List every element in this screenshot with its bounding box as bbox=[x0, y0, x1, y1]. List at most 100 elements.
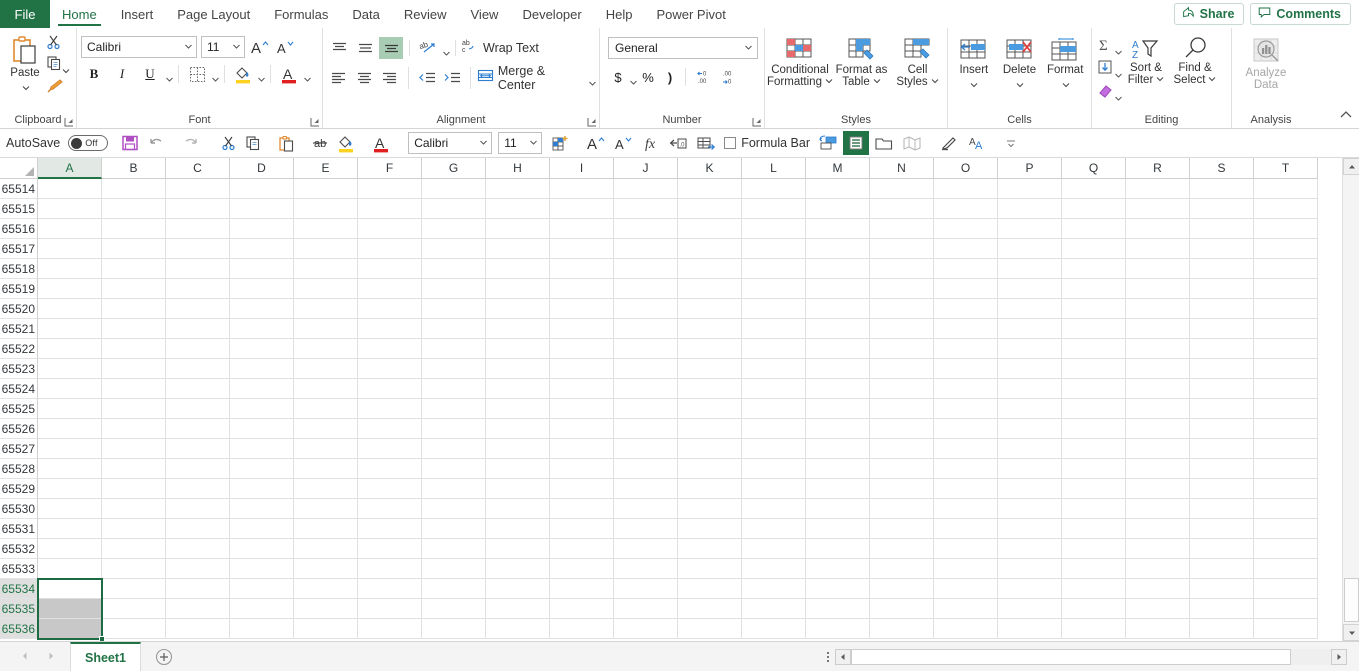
cell-E65528[interactable] bbox=[294, 459, 358, 479]
cell-B65514[interactable] bbox=[102, 179, 166, 199]
cell-E65527[interactable] bbox=[294, 439, 358, 459]
find-select-button[interactable]: Find & Select bbox=[1171, 34, 1219, 86]
cell-I65523[interactable] bbox=[550, 359, 614, 379]
autosum-chevron-down-icon[interactable] bbox=[1114, 44, 1122, 55]
cell-H65524[interactable] bbox=[486, 379, 550, 399]
cell-K65529[interactable] bbox=[678, 479, 742, 499]
cell-C65517[interactable] bbox=[166, 239, 230, 259]
cell-G65534[interactable] bbox=[422, 579, 486, 599]
cell-K65526[interactable] bbox=[678, 419, 742, 439]
cell-D65531[interactable] bbox=[230, 519, 294, 539]
cell-D65519[interactable] bbox=[230, 279, 294, 299]
cell-K65518[interactable] bbox=[678, 259, 742, 279]
cell-I65521[interactable] bbox=[550, 319, 614, 339]
cell-C65522[interactable] bbox=[166, 339, 230, 359]
cell-T65515[interactable] bbox=[1254, 199, 1318, 219]
cell-J65524[interactable] bbox=[614, 379, 678, 399]
cell-J65520[interactable] bbox=[614, 299, 678, 319]
cell-N65536[interactable] bbox=[870, 619, 934, 639]
cell-T65518[interactable] bbox=[1254, 259, 1318, 279]
cell-G65515[interactable] bbox=[422, 199, 486, 219]
cell-H65530[interactable] bbox=[486, 499, 550, 519]
increase-decimal-button[interactable]: 0 .00 bbox=[691, 66, 715, 88]
cell-R65514[interactable] bbox=[1126, 179, 1190, 199]
format-painter-button[interactable] bbox=[46, 77, 69, 97]
tab-formulas[interactable]: Formulas bbox=[262, 0, 340, 28]
cell-J65533[interactable] bbox=[614, 559, 678, 579]
undo-chevron-down-icon[interactable] bbox=[170, 131, 177, 155]
cell-P65529[interactable] bbox=[998, 479, 1062, 499]
cell-H65526[interactable] bbox=[486, 419, 550, 439]
cell-P65531[interactable] bbox=[998, 519, 1062, 539]
cell-G65525[interactable] bbox=[422, 399, 486, 419]
cell-H65522[interactable] bbox=[486, 339, 550, 359]
cell-J65536[interactable] bbox=[614, 619, 678, 639]
cell-J65529[interactable] bbox=[614, 479, 678, 499]
cell-Q65521[interactable] bbox=[1062, 319, 1126, 339]
cell-J65517[interactable] bbox=[614, 239, 678, 259]
scroll-left-button[interactable] bbox=[835, 648, 851, 665]
cell-N65534[interactable] bbox=[870, 579, 934, 599]
cell-M65516[interactable] bbox=[806, 219, 870, 239]
cell-A65530[interactable] bbox=[38, 499, 102, 519]
font-name-chevron-down-icon[interactable] bbox=[184, 40, 193, 54]
cell-H65533[interactable] bbox=[486, 559, 550, 579]
cell-B65532[interactable] bbox=[102, 539, 166, 559]
row-header-65527[interactable]: 65527 bbox=[0, 439, 38, 459]
cell-I65534[interactable] bbox=[550, 579, 614, 599]
column-header-F[interactable]: F bbox=[358, 158, 422, 179]
cell-O65516[interactable] bbox=[934, 219, 998, 239]
cell-E65522[interactable] bbox=[294, 339, 358, 359]
cell-T65525[interactable] bbox=[1254, 399, 1318, 419]
cell-C65536[interactable] bbox=[166, 619, 230, 639]
cell-N65527[interactable] bbox=[870, 439, 934, 459]
cell-M65525[interactable] bbox=[806, 399, 870, 419]
cell-T65533[interactable] bbox=[1254, 559, 1318, 579]
cell-N65515[interactable] bbox=[870, 199, 934, 219]
cell-H65517[interactable] bbox=[486, 239, 550, 259]
cell-N65526[interactable] bbox=[870, 419, 934, 439]
row-header-65524[interactable]: 65524 bbox=[0, 379, 38, 399]
column-header-O[interactable]: O bbox=[934, 158, 998, 179]
cell-S65516[interactable] bbox=[1190, 219, 1254, 239]
cell-S65529[interactable] bbox=[1190, 479, 1254, 499]
cell-J65514[interactable] bbox=[614, 179, 678, 199]
analyze-data-button[interactable]: Analyze Data bbox=[1236, 37, 1296, 91]
tab-power-pivot[interactable]: Power Pivot bbox=[644, 0, 737, 28]
cell-A65515[interactable] bbox=[38, 199, 102, 219]
cell-B65520[interactable] bbox=[102, 299, 166, 319]
cell-S65521[interactable] bbox=[1190, 319, 1254, 339]
collapse-ribbon-button[interactable] bbox=[1339, 108, 1353, 126]
cell-N65518[interactable] bbox=[870, 259, 934, 279]
cell-D65521[interactable] bbox=[230, 319, 294, 339]
cell-S65523[interactable] bbox=[1190, 359, 1254, 379]
prev-sheet-button[interactable] bbox=[20, 648, 30, 666]
cell-S65533[interactable] bbox=[1190, 559, 1254, 579]
column-header-M[interactable]: M bbox=[806, 158, 870, 179]
column-header-D[interactable]: D bbox=[230, 158, 294, 179]
cell-T65526[interactable] bbox=[1254, 419, 1318, 439]
cell-T65520[interactable] bbox=[1254, 299, 1318, 319]
row-header-65523[interactable]: 65523 bbox=[0, 359, 38, 379]
cell-Q65532[interactable] bbox=[1062, 539, 1126, 559]
column-header-Q[interactable]: Q bbox=[1062, 158, 1126, 179]
column-header-C[interactable]: C bbox=[166, 158, 230, 179]
cell-P65518[interactable] bbox=[998, 259, 1062, 279]
redo-button[interactable] bbox=[179, 131, 203, 155]
cell-C65531[interactable] bbox=[166, 519, 230, 539]
cell-P65535[interactable] bbox=[998, 599, 1062, 619]
cell-N65519[interactable] bbox=[870, 279, 934, 299]
cell-Q65516[interactable] bbox=[1062, 219, 1126, 239]
tab-help[interactable]: Help bbox=[594, 0, 645, 28]
cell-E65534[interactable] bbox=[294, 579, 358, 599]
cell-G65528[interactable] bbox=[422, 459, 486, 479]
redo-chevron-down-icon[interactable] bbox=[205, 131, 212, 155]
column-header-N[interactable]: N bbox=[870, 158, 934, 179]
cell-K65535[interactable] bbox=[678, 599, 742, 619]
cell-C65528[interactable] bbox=[166, 459, 230, 479]
cell-Q65536[interactable] bbox=[1062, 619, 1126, 639]
cell-T65530[interactable] bbox=[1254, 499, 1318, 519]
cell-R65529[interactable] bbox=[1126, 479, 1190, 499]
cell-K65527[interactable] bbox=[678, 439, 742, 459]
formula-bar-toggle[interactable]: Formula Bar bbox=[721, 131, 813, 155]
